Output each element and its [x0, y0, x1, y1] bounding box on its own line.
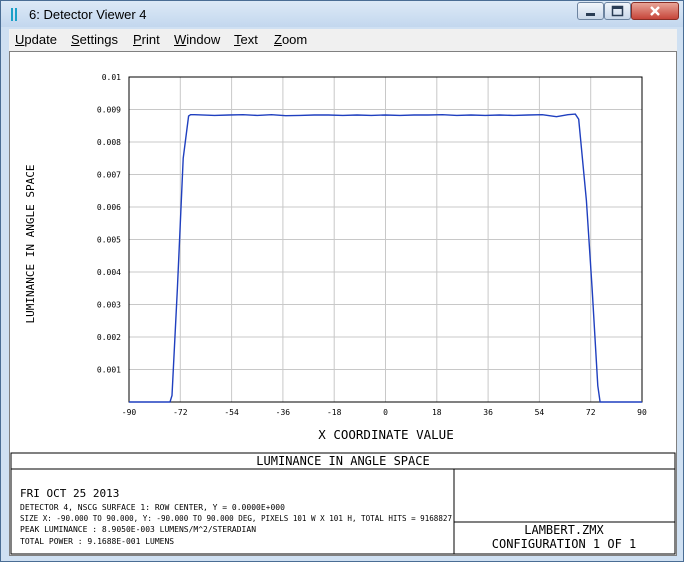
footer-line-power: TOTAL POWER : 9.1688E-001 LUMENS — [20, 537, 174, 546]
y-axis-label: LUMINANCE IN ANGLE SPACE — [24, 165, 37, 324]
maximize-button[interactable] — [604, 2, 631, 20]
close-icon — [650, 6, 660, 16]
x-tick-label: 0 — [383, 408, 388, 417]
footer-line-peak: PEAK LUMINANCE : 8.9050E-003 LUMENS/M^2/… — [20, 525, 256, 534]
y-tick-label: 0.006 — [97, 203, 121, 212]
y-tick-label: 0.009 — [97, 106, 121, 115]
menu-print[interactable]: Print — [133, 32, 160, 47]
footer-date: FRI OCT 25 2013 — [20, 487, 119, 500]
x-axis-label: X COORDINATE VALUE — [318, 427, 453, 442]
maximize-icon — [611, 5, 624, 17]
menu-window[interactable]: Window — [174, 32, 220, 47]
luminance-chart: -90 -72 -54 -36 -18 0 18 36 54 72 90 0.01 0.009 0.008… — [97, 73, 647, 417]
minimize-icon — [586, 13, 595, 16]
x-tick-label: 90 — [637, 408, 647, 417]
x-tick-label: -18 — [327, 408, 342, 417]
detector-viewer-window: 6: Detector Viewer 4 Update Settings Print… — [0, 0, 684, 562]
footer-title: LUMINANCE IN ANGLE SPACE — [256, 454, 429, 468]
y-tick-label: 0.01 — [102, 73, 121, 82]
menu-text[interactable]: Text — [234, 32, 258, 47]
x-tick-label: -90 — [122, 408, 137, 417]
x-tick-label: 36 — [483, 408, 493, 417]
x-tick-label: -36 — [276, 408, 291, 417]
y-tick-label: 0.007 — [97, 171, 121, 180]
footer-line-detector: DETECTOR 4, NSCG SURFACE 1: ROW CENTER, … — [20, 503, 285, 512]
footer-config: CONFIGURATION 1 OF 1 — [492, 537, 637, 551]
window-title: 6: Detector Viewer 4 — [29, 7, 147, 22]
y-tick-label: 0.005 — [97, 236, 121, 245]
y-tick-label: 0.003 — [97, 301, 121, 310]
footer-box: LUMINANCE IN ANGLE SPACE FRI OCT 25 2013… — [10, 452, 676, 555]
x-tick-label: -54 — [224, 408, 239, 417]
detector-plot: -90 -72 -54 -36 -18 0 18 36 54 72 90 0.01 0.009 0.008… — [10, 73, 676, 555]
y-tick-label: 0.008 — [97, 138, 121, 147]
footer-file: LAMBERT.ZMX — [524, 523, 604, 537]
y-tick-label: 0.002 — [97, 333, 121, 342]
y-tick-label: 0.001 — [97, 366, 121, 375]
menu-update[interactable]: Update — [15, 32, 57, 47]
close-button[interactable] — [631, 2, 679, 20]
x-tick-label: 54 — [535, 408, 545, 417]
x-tick-label: -72 — [173, 408, 188, 417]
minimize-button[interactable] — [577, 2, 604, 20]
menu-bar: Update Settings Print Window Text Zoom — [9, 29, 677, 51]
x-tick-label: 72 — [586, 408, 596, 417]
y-tick-label: 0.004 — [97, 268, 121, 277]
footer-line-size: SIZE X: -90.000 TO 90.000, Y: -90.000 TO… — [20, 514, 452, 523]
menu-zoom[interactable]: Zoom — [274, 32, 307, 47]
title-bar[interactable]: 6: Detector Viewer 4 — [1, 1, 683, 27]
plot-area: -90 -72 -54 -36 -18 0 18 36 54 72 90 0.01 0.009 0.008… — [9, 51, 677, 556]
x-tick-label: 18 — [432, 408, 442, 417]
menu-settings[interactable]: Settings — [71, 32, 118, 47]
app-icon — [11, 8, 17, 21]
